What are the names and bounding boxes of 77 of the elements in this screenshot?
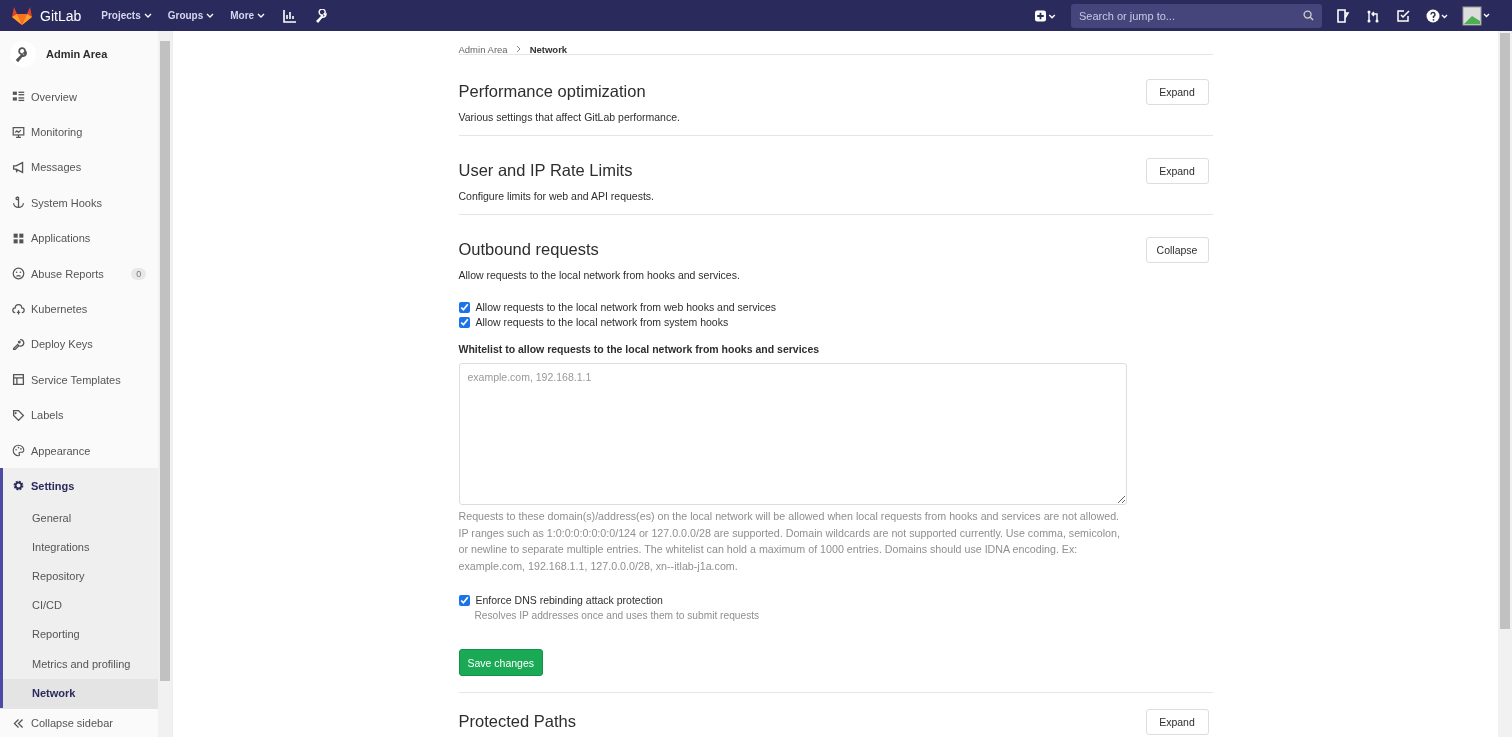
bar-chart-icon[interactable] (283, 8, 298, 23)
smiley-icon (12, 267, 25, 281)
caret-icon (143, 13, 152, 18)
anchor-icon (12, 196, 25, 210)
double-chevron-icon (12, 716, 25, 730)
sidebar-item[interactable]: Monitoring (0, 114, 159, 150)
section-description: Configure limits for web and API requests. (458, 190, 654, 202)
whitelist-field[interactable]: example.com, 192.168.1.1 (458, 363, 1127, 505)
sidebar-item[interactable]: Applications (0, 220, 159, 256)
section-title: Outbound requests (458, 240, 600, 259)
plus-square-icon[interactable] (1035, 8, 1057, 23)
search-field[interactable]: Search or jump to... (1071, 3, 1322, 28)
sidebar-item[interactable]: Messages (0, 149, 159, 186)
checkbox[interactable] (458, 316, 470, 328)
expand-toggle-button[interactable]: Expand (1145, 79, 1209, 105)
checkbox-label: Allow requests to the local network from system hooks (475, 316, 729, 328)
chevron-icon (515, 45, 522, 53)
checkbox-label: Enforce DNS rebinding attack protection (475, 594, 663, 606)
sidebar-subitem[interactable]: Repository (3, 562, 159, 592)
section-title: Performance optimization (458, 82, 647, 101)
nav-menu[interactable]: Groups (167, 10, 215, 21)
checkbox[interactable] (458, 301, 470, 313)
sidebar-title: Admin Area (46, 48, 108, 60)
sidebar-subitem[interactable]: Metrics and profiling (3, 649, 159, 679)
help-text: Resolves IP addresses once and uses them to submit requests (474, 610, 761, 621)
count-badge: 0 (131, 267, 147, 280)
expand-toggle-button[interactable]: Expand (1145, 709, 1209, 735)
breadcrumb-link[interactable]: Admin Area (458, 43, 508, 55)
expand-toggle-button[interactable]: Expand (1145, 158, 1209, 184)
sidebar-item[interactable]: Settings (3, 468, 159, 504)
section-title: Protected Paths (458, 712, 576, 731)
palette-icon (12, 444, 25, 458)
sidebar-item[interactable]: System Hooks (0, 185, 159, 221)
fox-logo-icon[interactable] (12, 6, 32, 25)
scrollbar-thumb[interactable] (1500, 33, 1510, 629)
megaphone-icon (12, 160, 25, 174)
cloud-icon (12, 302, 25, 316)
tag-icon (12, 408, 25, 422)
expand-toggle-button[interactable]: Collapse (1145, 237, 1209, 263)
help-text: Requests to these domain(s)/address(es) on the local network will be allowed when local requests from hooks and services are not allowed. IP ranges such as 1:0:0:0:0:0:0:0/124 or 127.0.0.0/28 are supported. Domain wildcards are not supported currently. Use comma, semicolon, or newline to separate multiple entries. The whitelist can hold a maximum of 1000 entries. Domains should use IDNA encoding. Ex: example.com, 192.168.1.1, 127.0.0.0/28, xn--itlab-j1a.com. (458, 509, 1121, 574)
monitor-icon (12, 125, 25, 139)
section-description: Various settings that affect GitLab performance. (458, 111, 680, 123)
breadcrumb-link[interactable]: Network (529, 43, 568, 55)
sidebar-item[interactable]: Appearance (0, 432, 159, 469)
sidebar-subitem[interactable]: Reporting (3, 620, 159, 650)
nav-menu[interactable]: More (230, 10, 266, 21)
merge-request-icon[interactable] (1366, 8, 1380, 23)
sidebar-subitem[interactable]: General (3, 503, 159, 533)
sidebar-item[interactable]: Service Templates (0, 362, 159, 398)
checkbox[interactable] (458, 594, 470, 606)
avatar-icon[interactable] (1462, 5, 1492, 26)
key-icon (12, 337, 25, 351)
sidebar-item[interactable]: Overview (0, 79, 159, 115)
overview-icon (12, 90, 25, 104)
template-icon (12, 373, 25, 387)
caret-icon (206, 13, 215, 18)
sidebar-item[interactable]: Deploy Keys (0, 326, 159, 363)
settings-icon (12, 479, 25, 493)
grid-icon (12, 231, 25, 245)
checkbox-icon[interactable] (1396, 8, 1410, 23)
sidebar-subitem[interactable]: Network (3, 678, 159, 708)
sidebar-item[interactable]: Labels (0, 397, 159, 433)
sidebar-subitem[interactable]: Integrations (3, 532, 159, 563)
sidebar-item[interactable]: Kubernetes (0, 291, 159, 327)
field-label: Whitelist to allow requests to the local network from hooks and services (458, 343, 821, 355)
nav-menu[interactable]: Projects (101, 10, 152, 21)
checkbox-label: Allow requests to the local network from web hooks and services (475, 301, 777, 313)
section-title: User and IP Rate Limits (458, 161, 634, 180)
help-icon[interactable] (1426, 8, 1448, 23)
sidebar-item[interactable]: Abuse Reports 0 (0, 255, 159, 292)
brand-name[interactable]: GitLab (40, 7, 82, 24)
sidebar-subitem[interactable]: CI/CD (3, 591, 159, 621)
caret-icon (257, 13, 266, 18)
scrollbar-thumb[interactable] (160, 41, 170, 681)
section-description: Allow requests to the local network from hooks and services. (458, 269, 740, 281)
wrench-icon[interactable] (315, 8, 330, 23)
search-icon (1303, 9, 1314, 21)
